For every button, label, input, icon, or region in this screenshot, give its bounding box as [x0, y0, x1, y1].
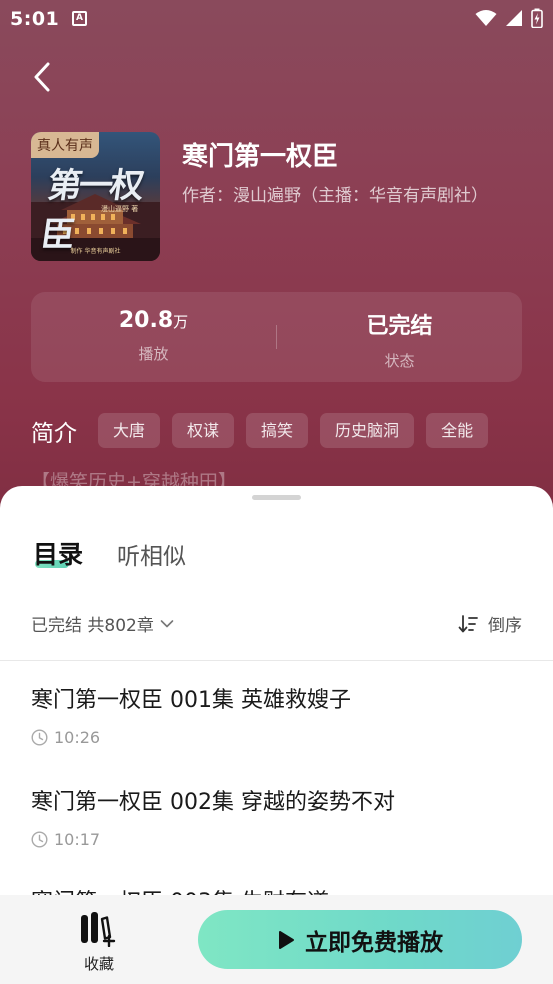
book-title: 寒门第一权臣: [182, 142, 339, 172]
sort-label: 倒序: [488, 616, 522, 636]
wifi-icon: [475, 10, 497, 26]
tab-catalog[interactable]: 目录: [33, 535, 83, 571]
tag-item[interactable]: 历史脑洞: [320, 413, 415, 448]
tab-similar[interactable]: 听相似: [117, 537, 186, 571]
tag-item[interactable]: 搞笑: [246, 413, 309, 448]
status-time: 5:01: [10, 8, 60, 30]
signal-icon: [506, 10, 522, 26]
back-button[interactable]: [26, 58, 62, 96]
status-value: 已完结: [366, 314, 433, 339]
play-free-button[interactable]: 立即免费播放: [198, 910, 522, 969]
tag-item[interactable]: 大唐: [98, 413, 161, 448]
plays-label: 播放: [138, 345, 169, 363]
favorite-label: 收藏: [83, 955, 114, 973]
stat-plays: 20.8万 播放: [31, 308, 276, 364]
stat-status: 已完结 状态: [277, 308, 522, 371]
sort-descending-icon: [458, 614, 478, 632]
battery-icon: [531, 8, 543, 28]
tag-item[interactable]: 全能: [426, 413, 489, 448]
plays-unit: 万: [173, 313, 189, 331]
episode-item[interactable]: 寒门第一权臣 001集 英雄救嫂子 10:26: [31, 682, 531, 747]
episode-duration: 10:26: [54, 728, 101, 747]
cover-badge: 真人有声: [31, 132, 99, 158]
system-icons: [475, 8, 543, 28]
intro-label: 简介: [31, 421, 77, 447]
episode-item[interactable]: 寒门第一权臣 002集 穿越的姿势不对 10:17: [31, 784, 531, 849]
clock-icon: [31, 729, 48, 746]
cover-title-art: 第一权臣: [38, 166, 144, 255]
notification-icon: A: [72, 11, 87, 26]
chevron-down-icon: [160, 619, 174, 627]
episode-meta: 10:26: [31, 728, 531, 747]
status-bar: 5:01 A: [0, 0, 553, 38]
bottom-action-bar: 收藏 立即免费播放: [0, 895, 553, 984]
list-divider: [0, 660, 553, 661]
clock-icon: [31, 831, 48, 848]
book-author: 作者：漫山遍野（主播：华音有声剧社）: [182, 186, 488, 206]
cover-author-art: 漫山逼野 著: [101, 205, 139, 213]
chapter-filter-label: 已完结 共802章: [31, 616, 154, 636]
play-free-label: 立即免费播放: [305, 929, 443, 956]
chevron-left-icon: [34, 62, 50, 92]
book-cover[interactable]: 第一权臣 漫山逼野 著 制作 华音有声剧社 真人有声: [31, 132, 160, 261]
play-icon: [279, 930, 294, 949]
episode-meta: 10:17: [31, 830, 531, 849]
sort-button[interactable]: 倒序: [458, 611, 522, 636]
cover-footer-art: 制作 华音有声剧社: [70, 248, 121, 255]
tag-item[interactable]: 权谋: [172, 413, 235, 448]
episode-title: 寒门第一权臣 002集 穿越的姿势不对: [31, 790, 395, 815]
chapter-filter-dropdown[interactable]: 已完结 共802章: [31, 611, 174, 636]
episode-duration: 10:17: [54, 830, 101, 849]
favorite-button[interactable]: 收藏: [66, 911, 132, 974]
tag-list: 大唐 权谋 搞笑 历史脑洞 全能: [98, 413, 489, 448]
plays-number: 20.8: [118, 308, 174, 333]
bookshelf-add-icon: [81, 912, 116, 948]
status-label: 状态: [384, 352, 415, 370]
episode-title: 寒门第一权臣 001集 英雄救嫂子: [31, 688, 351, 713]
stats-card: 20.8万 播放 已完结 状态: [31, 292, 522, 382]
plays-value: 20.8万: [31, 308, 276, 333]
sheet-drag-handle[interactable]: [252, 495, 301, 500]
